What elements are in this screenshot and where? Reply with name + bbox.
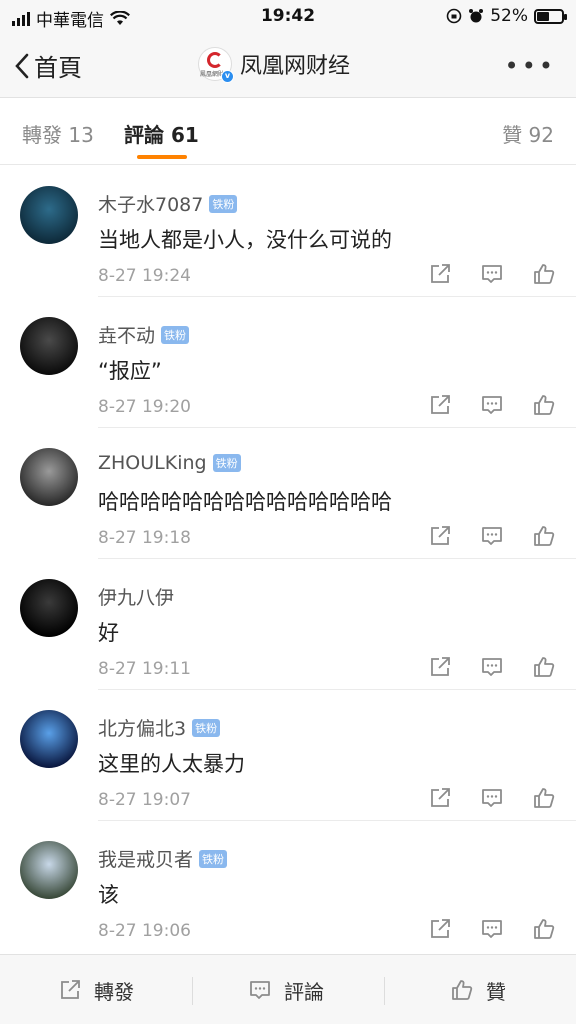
comment-text: “报应”: [98, 359, 162, 383]
avatar[interactable]: [20, 448, 78, 506]
comment-text: 当地人都是小人，没什么可说的: [98, 228, 392, 252]
fan-badge: 铁粉: [192, 718, 221, 737]
share-icon[interactable]: [428, 655, 452, 679]
fan-badge: 铁粉: [199, 849, 228, 868]
reply-icon[interactable]: [480, 917, 504, 941]
avatar[interactable]: [20, 317, 78, 375]
comment-username[interactable]: ZHOULKing 铁粉: [98, 452, 241, 474]
username-text: 伊九八伊: [98, 587, 175, 609]
comment-username[interactable]: 伊九八伊: [98, 583, 174, 610]
account-logo: 鳳凰網財經 v: [198, 47, 234, 83]
comment-username[interactable]: 北方偏北3 铁粉: [98, 714, 221, 741]
battery-icon: [534, 8, 567, 24]
username-text: 垚不动: [98, 325, 156, 347]
active-tab-indicator: [137, 155, 187, 159]
comment-text: 该: [98, 883, 119, 907]
like-icon: [450, 978, 474, 1002]
comment-label: 評論: [284, 979, 324, 1004]
account-name: 凤凰网财经: [240, 54, 351, 79]
like-label: 贊: [486, 979, 506, 1004]
avatar[interactable]: [20, 710, 78, 768]
avatar[interactable]: [20, 579, 78, 637]
like-icon[interactable]: [532, 262, 556, 286]
status-right: 52%: [446, 6, 567, 26]
share-icon[interactable]: [428, 524, 452, 548]
status-bar: 中華電信 19:42 52%: [0, 0, 576, 34]
reply-icon[interactable]: [480, 524, 504, 548]
repost-label: 轉發: [94, 979, 134, 1004]
username-text: ZHOULKing: [98, 452, 207, 474]
reply-icon[interactable]: [480, 393, 504, 417]
divider: [192, 977, 193, 1005]
comment-actions: [428, 393, 556, 417]
like-icon[interactable]: [532, 655, 556, 679]
share-icon[interactable]: [428, 786, 452, 810]
avatar[interactable]: [20, 841, 78, 899]
chevron-left-icon: [15, 53, 29, 78]
share-icon: [58, 978, 82, 1002]
comment-actions: [428, 786, 556, 810]
comment-username[interactable]: 垚不动 铁粉: [98, 321, 190, 348]
account-header[interactable]: 鳳凰網財經 v 凤凰网财经: [198, 47, 351, 83]
comment-time: 8-27 19:24: [98, 266, 191, 286]
like-icon[interactable]: [532, 786, 556, 810]
comment-time: 8-27 19:07: [98, 790, 191, 810]
comment-item: 垚不动 铁粉 “报应” 8-27 19:20: [0, 297, 576, 428]
comment-time: 8-27 19:11: [98, 659, 191, 679]
comment-list: 木子水7087 铁粉 当地人都是小人，没什么可说的 8-27 19:24 垚不动…: [0, 166, 576, 952]
tab-comment[interactable]: 評論 61: [124, 119, 199, 148]
comment-item: 我是戒贝者 铁粉 该 8-27 19:06: [0, 821, 576, 952]
back-button[interactable]: 首頁: [14, 48, 82, 83]
tab-repost[interactable]: 轉發 13: [22, 119, 94, 148]
username-text: 我是戒贝者: [98, 849, 194, 871]
avatar[interactable]: [20, 186, 78, 244]
username-text: 北方偏北3: [98, 718, 187, 740]
verified-icon: v: [221, 70, 234, 83]
like-button[interactable]: 贊: [450, 955, 506, 1024]
comment-username[interactable]: 我是戒贝者 铁粉: [98, 845, 228, 872]
like-icon[interactable]: [532, 524, 556, 548]
comment-text: 这里的人太暴力: [98, 752, 245, 776]
repost-button[interactable]: 轉發: [58, 955, 134, 1024]
comment-item: 伊九八伊 好 8-27 19:11: [0, 559, 576, 690]
phoenix-icon: [207, 52, 223, 68]
fan-badge: 铁粉: [161, 325, 190, 344]
share-icon[interactable]: [428, 262, 452, 286]
like-icon[interactable]: [532, 393, 556, 417]
comment-actions: [428, 262, 556, 286]
comment-time: 8-27 19:06: [98, 921, 191, 941]
comment-actions: [428, 917, 556, 941]
share-icon[interactable]: [428, 393, 452, 417]
comment-time: 8-27 19:20: [98, 397, 191, 417]
tab-like[interactable]: 贊 92: [502, 119, 554, 148]
comment-username[interactable]: 木子水7087 铁粉: [98, 190, 238, 217]
battery-percent: 52%: [490, 6, 528, 26]
comment-button[interactable]: 評論: [248, 955, 324, 1024]
share-icon[interactable]: [428, 917, 452, 941]
comment-actions: [428, 655, 556, 679]
alarm-icon: [469, 9, 484, 23]
orientation-lock-icon: [446, 8, 462, 24]
tab-bar: 轉發 13 評論 61 贊 92: [0, 99, 576, 165]
reply-icon[interactable]: [480, 655, 504, 679]
back-label: 首頁: [34, 54, 82, 82]
reply-icon[interactable]: [480, 786, 504, 810]
fan-badge: 铁粉: [209, 194, 238, 213]
comment-item: ZHOULKing 铁粉 哈哈哈哈哈哈哈哈哈哈哈哈哈哈 8-27 19:18: [0, 428, 576, 559]
nav-bar: 首頁 鳳凰網財經 v 凤凰网财经 •••: [0, 34, 576, 98]
username-text: 木子水7087: [98, 194, 204, 216]
more-button[interactable]: •••: [505, 52, 556, 80]
divider: [384, 977, 385, 1005]
fan-badge: 铁粉: [212, 454, 241, 472]
comment-time: 8-27 19:18: [98, 528, 191, 548]
comment-item: 木子水7087 铁粉 当地人都是小人，没什么可说的 8-27 19:24: [0, 166, 576, 297]
comment-item: 北方偏北3 铁粉 这里的人太暴力 8-27 19:07: [0, 690, 576, 821]
comment-actions: [428, 524, 556, 548]
comment-text: 好: [98, 621, 119, 645]
like-icon[interactable]: [532, 917, 556, 941]
bottom-action-bar: 轉發 評論 贊: [0, 954, 576, 1024]
reply-icon[interactable]: [480, 262, 504, 286]
comment-icon: [248, 978, 272, 1002]
comment-text: 哈哈哈哈哈哈哈哈哈哈哈哈哈哈: [98, 490, 392, 514]
